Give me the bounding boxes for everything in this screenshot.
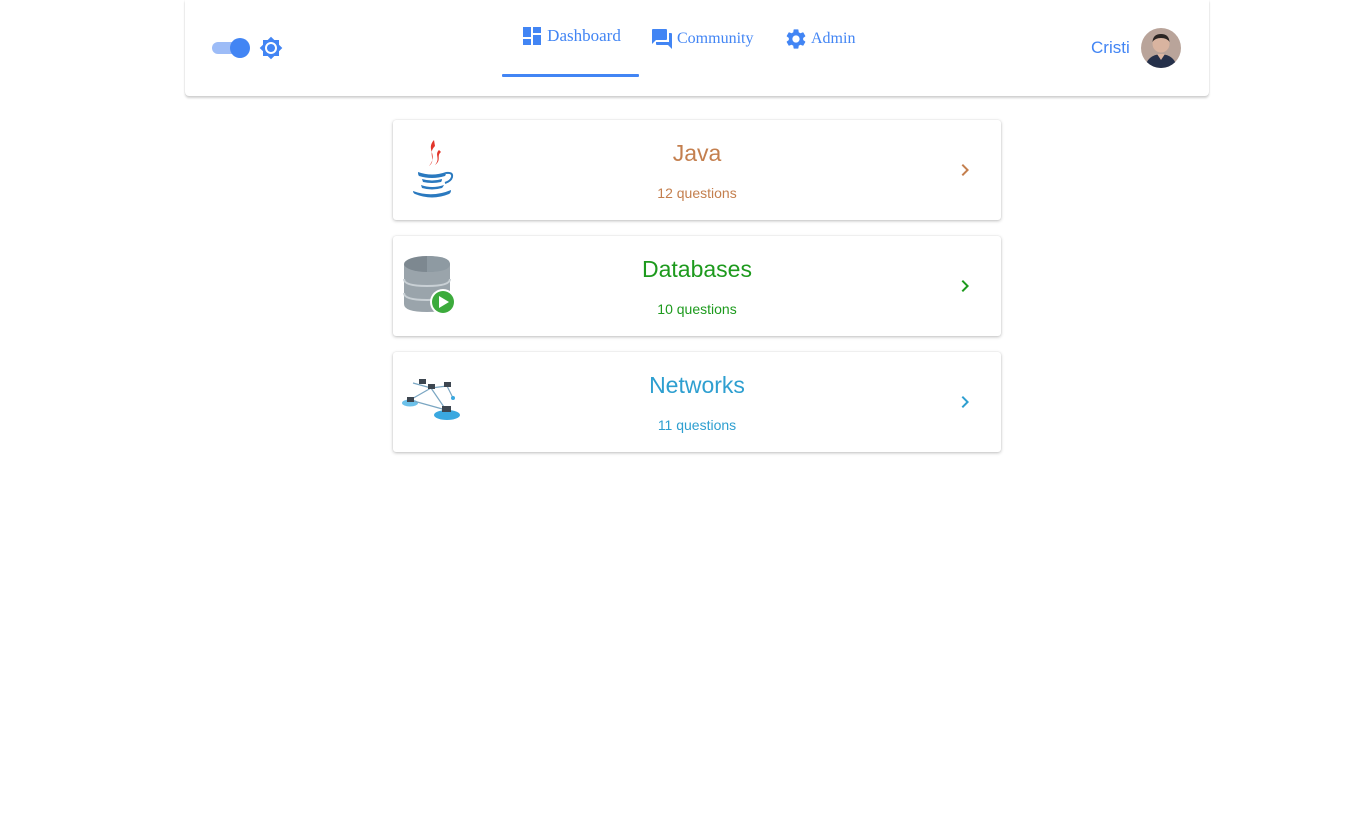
tab-community-label: Community [677, 30, 754, 47]
gear-icon [784, 27, 808, 51]
category-title: Databases [642, 256, 752, 282]
theme-toggle[interactable] [212, 38, 250, 58]
brightness-icon[interactable] [259, 36, 283, 60]
top-navbar: Dashboard Community Admin Cristi [185, 0, 1209, 96]
chevron-right-icon[interactable] [953, 158, 977, 182]
toggle-knob [230, 38, 250, 58]
chevron-right-icon[interactable] [953, 390, 977, 414]
avatar[interactable] [1141, 28, 1181, 68]
chevron-right-icon[interactable] [953, 274, 977, 298]
tab-dashboard-label: Dashboard [547, 26, 621, 45]
question-count: 12 questions [657, 185, 737, 201]
user-name[interactable]: Cristi [1091, 38, 1130, 58]
forum-icon [650, 27, 674, 51]
dashboard-icon [520, 24, 544, 48]
category-card-databases[interactable]: Databases 10 questions [393, 236, 1001, 336]
category-card-java[interactable]: Java 12 questions [393, 120, 1001, 220]
question-count: 11 questions [657, 417, 737, 433]
question-count: 10 questions [657, 301, 737, 317]
tab-admin[interactable]: Admin [784, 0, 855, 78]
tab-dashboard[interactable]: Dashboard [502, 0, 639, 75]
active-tab-indicator [502, 74, 639, 77]
category-title: Java [672, 140, 722, 166]
tab-community[interactable]: Community [650, 0, 753, 78]
category-card-networks[interactable]: Networks 11 questions [393, 352, 1001, 452]
category-title: Networks [649, 372, 745, 398]
tab-admin-label: Admin [811, 30, 856, 47]
